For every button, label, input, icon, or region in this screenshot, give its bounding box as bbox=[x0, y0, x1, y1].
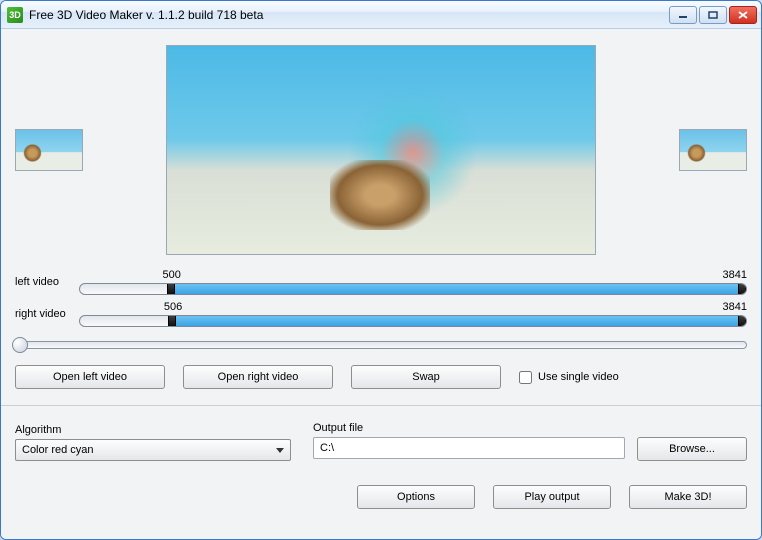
separator bbox=[1, 405, 761, 406]
open-left-button[interactable]: Open left video bbox=[15, 365, 165, 389]
right-video-range-row: right video 506 3841 bbox=[15, 301, 747, 327]
file-buttons-row: Open left video Open right video Swap Us… bbox=[15, 365, 747, 389]
window-controls bbox=[669, 6, 757, 24]
output-row: Algorithm Color red cyan Output file C:\… bbox=[15, 422, 747, 461]
output-file-value: C:\ bbox=[320, 442, 334, 454]
output-file-label: Output file bbox=[313, 422, 747, 434]
chevron-down-icon bbox=[276, 448, 284, 453]
content-area: left video 500 3841 right video 506 3841 bbox=[1, 29, 761, 539]
right-range-start-value: 506 bbox=[164, 301, 182, 313]
browse-button[interactable]: Browse... bbox=[637, 437, 747, 461]
open-right-button[interactable]: Open right video bbox=[183, 365, 333, 389]
left-range-start-value: 500 bbox=[163, 269, 181, 281]
minimize-button[interactable] bbox=[669, 6, 697, 24]
right-video-range[interactable]: 506 3841 bbox=[79, 301, 747, 327]
left-video-label: left video bbox=[15, 276, 71, 288]
swap-button[interactable]: Swap bbox=[351, 365, 501, 389]
maximize-button[interactable] bbox=[699, 6, 727, 24]
left-range-end-value: 3841 bbox=[723, 269, 747, 281]
play-output-button[interactable]: Play output bbox=[493, 485, 611, 509]
main-preview[interactable] bbox=[166, 45, 596, 255]
window-title: Free 3D Video Maker v. 1.1.2 build 718 b… bbox=[29, 8, 669, 22]
algorithm-select[interactable]: Color red cyan bbox=[15, 439, 291, 461]
action-buttons-row: Options Play output Make 3D! bbox=[15, 485, 747, 509]
right-range-start-handle[interactable] bbox=[168, 315, 176, 327]
algorithm-value: Color red cyan bbox=[22, 444, 94, 456]
left-video-range-row: left video 500 3841 bbox=[15, 269, 747, 295]
right-thumbnail[interactable] bbox=[679, 129, 747, 171]
left-range-start-handle[interactable] bbox=[167, 283, 175, 295]
preview-row bbox=[15, 45, 747, 255]
app-icon: 3D bbox=[7, 7, 23, 23]
right-range-end-handle[interactable] bbox=[738, 315, 746, 327]
close-button[interactable] bbox=[729, 6, 757, 24]
left-thumbnail[interactable] bbox=[15, 129, 83, 171]
right-range-end-value: 3841 bbox=[723, 301, 747, 313]
right-video-label: right video bbox=[15, 308, 71, 320]
titlebar[interactable]: 3D Free 3D Video Maker v. 1.1.2 build 71… bbox=[1, 1, 761, 29]
left-range-end-handle[interactable] bbox=[738, 283, 746, 295]
use-single-video-input[interactable] bbox=[519, 371, 532, 384]
app-window: 3D Free 3D Video Maker v. 1.1.2 build 71… bbox=[0, 0, 762, 540]
left-video-range[interactable]: 500 3841 bbox=[79, 269, 747, 295]
use-single-video-label: Use single video bbox=[538, 371, 619, 383]
output-file-field[interactable]: C:\ bbox=[313, 437, 625, 459]
seek-thumb[interactable] bbox=[12, 337, 28, 353]
make-3d-button[interactable]: Make 3D! bbox=[629, 485, 747, 509]
algorithm-label: Algorithm bbox=[15, 424, 291, 436]
options-button[interactable]: Options bbox=[357, 485, 475, 509]
seek-slider[interactable] bbox=[15, 341, 747, 349]
use-single-video-checkbox[interactable]: Use single video bbox=[519, 371, 619, 384]
